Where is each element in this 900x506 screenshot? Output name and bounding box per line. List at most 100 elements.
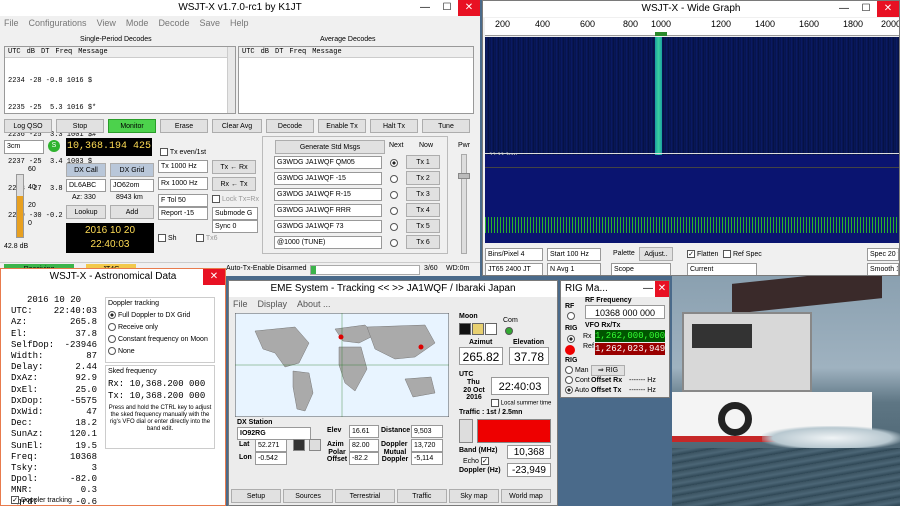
smooth-spinbox[interactable]: Smooth 1 xyxy=(867,263,899,275)
next-radio-5[interactable] xyxy=(390,222,398,231)
tx6-button[interactable]: Tx 6 xyxy=(406,235,440,249)
flatten-checkbox[interactable]: ✓ Flatten xyxy=(687,250,718,258)
waterfall-display[interactable]: 22:33 3cm xyxy=(485,37,899,159)
dx-grid-button[interactable]: DX Grid xyxy=(110,163,154,177)
tx2-message[interactable]: G3WDG JA1WQF -15 xyxy=(274,172,382,185)
close-icon[interactable]: ✕ xyxy=(655,281,669,297)
power-slider[interactable] xyxy=(458,154,470,254)
minimize-icon[interactable]: — xyxy=(414,0,436,16)
station-icon[interactable] xyxy=(293,439,305,451)
scrollbar[interactable] xyxy=(227,47,235,113)
jt65-spinbox[interactable]: JT65 2400 JT xyxy=(485,263,543,275)
tab-setup[interactable]: Setup xyxy=(231,489,282,503)
dx-call-button[interactable]: DX Call xyxy=(66,163,106,177)
menu-configurations[interactable]: Configurations xyxy=(29,18,87,28)
maximize-icon[interactable]: ☐ xyxy=(855,1,877,17)
rf-radio[interactable] xyxy=(567,311,575,320)
log-qso-button[interactable]: Log QSO xyxy=(4,119,52,133)
receive-only-radio[interactable]: Receive only xyxy=(108,323,212,331)
monitor-button[interactable]: Monitor xyxy=(108,119,156,133)
rf-frequency-value[interactable]: 10368 000 000 xyxy=(585,305,665,319)
tx5-message[interactable]: G3WDG JA1WQF 73 xyxy=(274,220,382,233)
average-decodes-panel[interactable]: UTC dB DT Freq Message xyxy=(238,46,474,114)
tx3-button[interactable]: Tx 3 xyxy=(406,187,440,201)
next-radio-4[interactable] xyxy=(390,206,398,215)
adjust-palette-button[interactable]: Adjust.. xyxy=(639,247,673,261)
ftol-select[interactable]: F Tol 50 xyxy=(158,194,208,207)
dx-call-input[interactable]: DL6ABC xyxy=(66,179,106,192)
lookup-button[interactable]: Lookup xyxy=(66,205,106,219)
echo-checkbox[interactable]: Echo ✓ xyxy=(463,457,489,465)
cont-radio[interactable]: Cont xyxy=(565,376,590,384)
tx-even-checkbox[interactable]: Tx even/1st xyxy=(160,148,206,156)
spec-percent-spinbox[interactable]: Spec 20 % xyxy=(867,248,899,261)
tx5-button[interactable]: Tx 5 xyxy=(406,219,440,233)
next-radio-3[interactable] xyxy=(390,190,398,199)
menu-save[interactable]: Save xyxy=(199,18,220,28)
lat-value[interactable]: 52.271 xyxy=(255,439,287,452)
to-rig-button[interactable]: ⇒ RIG xyxy=(591,365,625,376)
lon-value[interactable]: -0.542 xyxy=(255,452,287,465)
halt-tx-button[interactable]: Halt Tx xyxy=(370,119,418,133)
tx1-message[interactable]: G3WDG JA1WQF QM05 xyxy=(274,156,382,169)
tx2-button[interactable]: Tx 2 xyxy=(406,171,440,185)
bins-per-pixel-spinbox[interactable]: Bins/Pixel 4 xyxy=(485,248,543,261)
start-freq-spinbox[interactable]: Start 100 Hz xyxy=(547,248,601,261)
menu-file[interactable]: File xyxy=(4,18,19,28)
erase-button[interactable]: Erase xyxy=(160,119,208,133)
minimize-icon[interactable]: — xyxy=(641,281,655,297)
menu-decode[interactable]: Decode xyxy=(158,18,189,28)
next-radio-6[interactable] xyxy=(390,238,398,247)
constant-moon-radio[interactable]: Constant frequency on Moon xyxy=(108,335,212,343)
full-doppler-radio[interactable]: Full Doppler to DX Grid xyxy=(108,311,212,319)
rig-radio[interactable] xyxy=(567,334,575,343)
tx4-message[interactable]: G3WDG JA1WQF RRR xyxy=(274,204,382,217)
close-icon[interactable]: ✕ xyxy=(877,1,899,17)
add-button[interactable]: Add xyxy=(110,205,154,219)
spectrum-type-select[interactable]: Current xyxy=(687,263,757,275)
sh-checkbox[interactable]: Sh xyxy=(158,234,177,242)
minimize-icon[interactable]: — xyxy=(833,1,855,17)
menu-help[interactable]: Help xyxy=(230,18,249,28)
report-spinbox[interactable]: Report -15 xyxy=(158,207,208,220)
tab-terrestrial[interactable]: Terrestrial xyxy=(335,489,395,503)
traffic-icon[interactable] xyxy=(459,419,473,443)
tx-from-rx-button[interactable]: Tx ← Rx xyxy=(212,160,256,174)
close-icon[interactable]: ✕ xyxy=(458,0,480,16)
ref-spec-checkbox[interactable]: Ref Spec xyxy=(723,250,762,258)
next-radio-1[interactable] xyxy=(390,158,398,167)
none-radio[interactable]: None xyxy=(108,347,212,355)
lock-tx-rx-checkbox[interactable]: Lock Tx=Rx xyxy=(212,195,259,203)
clear-avg-button[interactable]: Clear Avg xyxy=(212,119,262,133)
link-icon[interactable] xyxy=(309,439,321,451)
sync-spinbox[interactable]: Sync 0 xyxy=(212,220,258,233)
band-select[interactable]: 3cm xyxy=(4,140,44,154)
generate-std-msgs-button[interactable]: Generate Std Msgs xyxy=(275,140,385,154)
palette-select[interactable]: Scope xyxy=(611,263,671,275)
tab-sources[interactable]: Sources xyxy=(283,489,334,503)
tab-traffic[interactable]: Traffic xyxy=(396,489,447,503)
tab-sky-map[interactable]: Sky map xyxy=(448,489,499,503)
maximize-icon[interactable]: ☐ xyxy=(436,0,458,16)
close-icon[interactable]: ✕ xyxy=(203,269,225,285)
tab-world-map[interactable]: World map xyxy=(500,489,551,503)
n-avg-spinbox[interactable]: N Avg 1 xyxy=(547,263,601,275)
man-radio[interactable]: Man xyxy=(565,366,589,374)
next-radio-2[interactable] xyxy=(390,174,398,183)
enable-tx-button[interactable]: Enable Tx xyxy=(318,119,366,133)
rx-freq-spinbox[interactable]: Rx 1000 Hz xyxy=(158,177,208,190)
stop-button[interactable]: Stop xyxy=(56,119,104,133)
eme-menu-file[interactable]: File xyxy=(233,299,248,309)
single-decodes-panel[interactable]: UTC dB DT Freq Message 2234 -28 -0.8 1016 $ … xyxy=(4,46,236,220)
submode-select[interactable]: Submode G xyxy=(212,207,258,220)
local-summer-time-checkbox[interactable]: Local summer time xyxy=(491,399,551,407)
dx-grid-input[interactable]: JO62om xyxy=(110,179,154,192)
tune-button[interactable]: Tune xyxy=(422,119,470,133)
rx-from-tx-button[interactable]: Rx ← Tx xyxy=(212,177,256,191)
eme-menu-display[interactable]: Display xyxy=(258,299,288,309)
tx3-message[interactable]: G3WDG JA1WQF R-15 xyxy=(274,188,382,201)
decode-button[interactable]: Decode xyxy=(266,119,314,133)
tx-freq-spinbox[interactable]: Tx 1000 Hz xyxy=(158,160,208,173)
doppler-tracking-checkbox[interactable]: ✓ Doppler tracking xyxy=(11,496,72,504)
tx4-button[interactable]: Tx 4 xyxy=(406,203,440,217)
